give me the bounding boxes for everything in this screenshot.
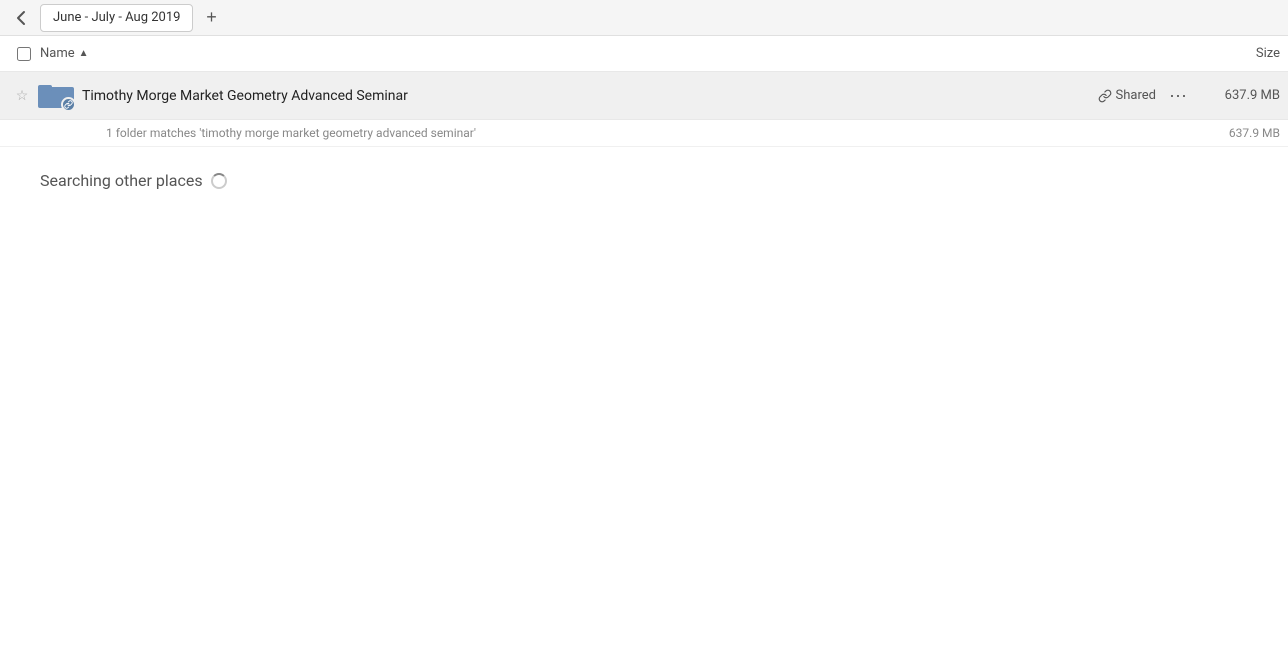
back-icon	[14, 10, 30, 26]
current-tab[interactable]: June - July - Aug 2019	[40, 4, 193, 32]
star-col: ☆	[8, 88, 36, 104]
shared-badge: Shared	[1098, 88, 1156, 103]
name-column-header[interactable]: Name ▲	[40, 46, 1200, 61]
link-icon	[64, 100, 73, 109]
link-shared-icon	[1098, 89, 1112, 103]
tab-label: June - July - Aug 2019	[53, 10, 180, 25]
size-column-label: Size	[1256, 46, 1280, 61]
select-all-checkbox-col	[8, 47, 40, 61]
top-bar: June - July - Aug 2019 +	[0, 0, 1288, 36]
folder-link-icon	[38, 80, 74, 112]
file-size: 637.9 MB	[1200, 88, 1280, 103]
name-column-label: Name	[40, 46, 75, 61]
match-info-size: 637.9 MB	[1229, 126, 1280, 140]
file-icon-col	[36, 80, 76, 112]
sort-arrow-icon: ▲	[79, 48, 89, 59]
size-column-header[interactable]: Size	[1200, 46, 1280, 61]
link-badge	[61, 97, 76, 112]
file-name-text: Timothy Morge Market Geometry Advanced S…	[82, 88, 408, 104]
shared-label: Shared	[1116, 88, 1156, 103]
select-all-checkbox[interactable]	[17, 47, 31, 61]
file-name: Timothy Morge Market Geometry Advanced S…	[76, 88, 1098, 104]
match-info-row: 1 folder matches 'timothy morge market g…	[0, 120, 1288, 147]
file-size-text: 637.9 MB	[1225, 88, 1280, 103]
column-header: Name ▲ Size	[0, 36, 1288, 72]
more-icon: ···	[1169, 85, 1187, 106]
back-button[interactable]	[8, 4, 36, 32]
add-tab-button[interactable]: +	[197, 4, 225, 32]
searching-label: Searching other places	[40, 171, 203, 190]
searching-section: Searching other places	[0, 147, 1288, 214]
star-icon[interactable]: ☆	[16, 88, 29, 104]
add-tab-icon: +	[206, 7, 217, 28]
loading-spinner	[211, 173, 227, 189]
file-row[interactable]: ☆ Timothy Morge Market Geometry Advanced…	[0, 72, 1288, 120]
more-options-button[interactable]: ···	[1164, 82, 1192, 110]
match-info-text: 1 folder matches 'timothy morge market g…	[106, 126, 476, 140]
